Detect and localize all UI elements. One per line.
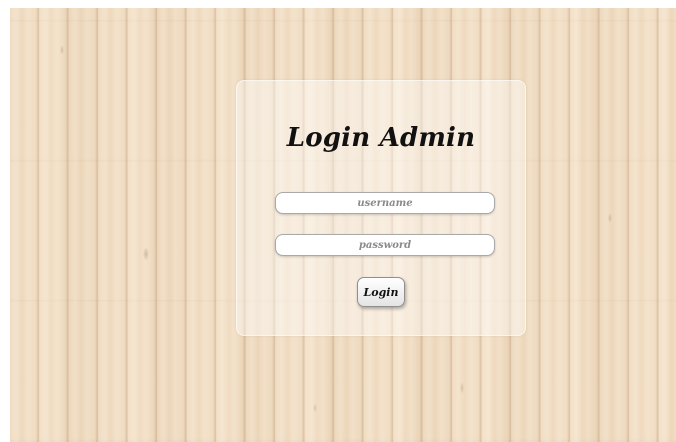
username-input[interactable] (275, 192, 495, 214)
wood-background: Login Admin Login (10, 8, 676, 442)
page-title: Login Admin (286, 123, 476, 153)
password-input[interactable] (275, 234, 495, 256)
login-button[interactable]: Login (357, 277, 405, 307)
login-card: Login Admin Login (236, 80, 526, 336)
